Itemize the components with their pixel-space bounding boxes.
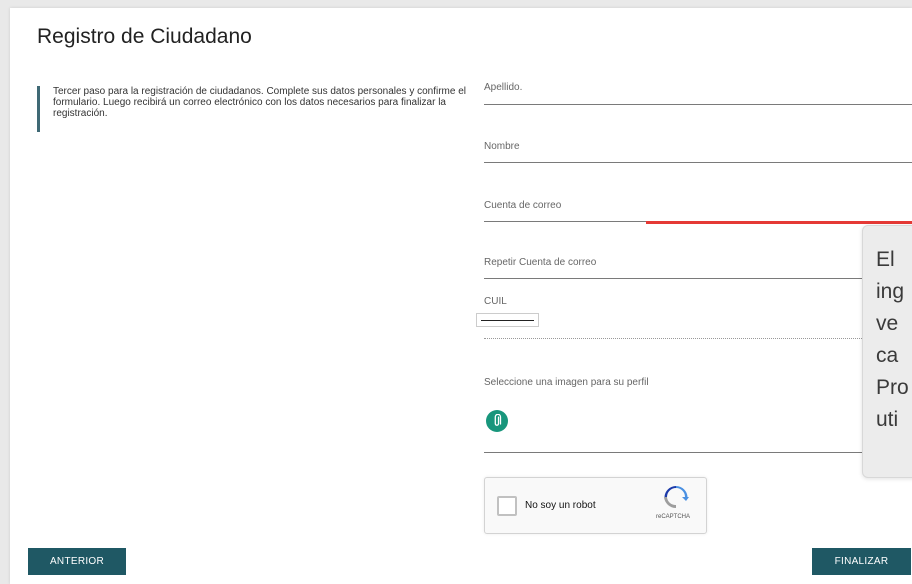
nombre-field[interactable]: Nombre xyxy=(484,134,912,163)
recaptcha-icon xyxy=(664,486,689,508)
tooltip-line: Pro xyxy=(876,376,909,399)
recaptcha-label: No soy un robot xyxy=(525,500,596,511)
page-title: Registro de Ciudadano xyxy=(37,25,252,48)
image-upload-underline xyxy=(484,452,912,453)
tooltip-text: El ing ve ca Pro uti xyxy=(876,244,912,436)
tooltip-line: uti xyxy=(876,408,899,431)
recaptcha-brand: reCAPTCHA xyxy=(655,514,690,520)
tooltip-line: El xyxy=(876,248,895,271)
previous-button[interactable]: ANTERIOR xyxy=(28,548,126,575)
email-repeat-label: Repetir Cuenta de correo xyxy=(484,257,597,268)
apellido-field[interactable]: Apellido. xyxy=(484,76,912,105)
nombre-label: Nombre xyxy=(484,141,520,152)
image-upload-label: Seleccione una imagen para su perfil xyxy=(484,377,649,388)
recaptcha-checkbox[interactable] xyxy=(497,496,517,516)
tooltip-line: ing xyxy=(876,280,905,303)
tooltip-line: ca xyxy=(876,344,899,367)
email-repeat-field[interactable]: Repetir Cuenta de correo xyxy=(484,252,912,279)
tooltip-line: ve xyxy=(876,312,899,335)
email-label: Cuenta de correo xyxy=(484,200,562,211)
cuil-underline xyxy=(484,338,864,339)
finish-button[interactable]: FINALIZAR xyxy=(812,548,911,575)
email-error-underline xyxy=(646,221,912,224)
validation-tooltip: El ing ve ca Pro uti xyxy=(862,225,912,478)
info-text: Tercer paso para la registración de ciud… xyxy=(37,86,485,132)
cuil-input[interactable] xyxy=(476,313,539,327)
paperclip-icon[interactable] xyxy=(486,410,508,432)
cuil-input-line xyxy=(481,320,534,321)
apellido-label: Apellido. xyxy=(484,82,523,93)
recaptcha-widget: No soy un robot reCAPTCHA xyxy=(484,477,707,534)
cuil-label: CUIL xyxy=(484,296,507,307)
email-field[interactable]: Cuenta de correo xyxy=(484,193,912,224)
